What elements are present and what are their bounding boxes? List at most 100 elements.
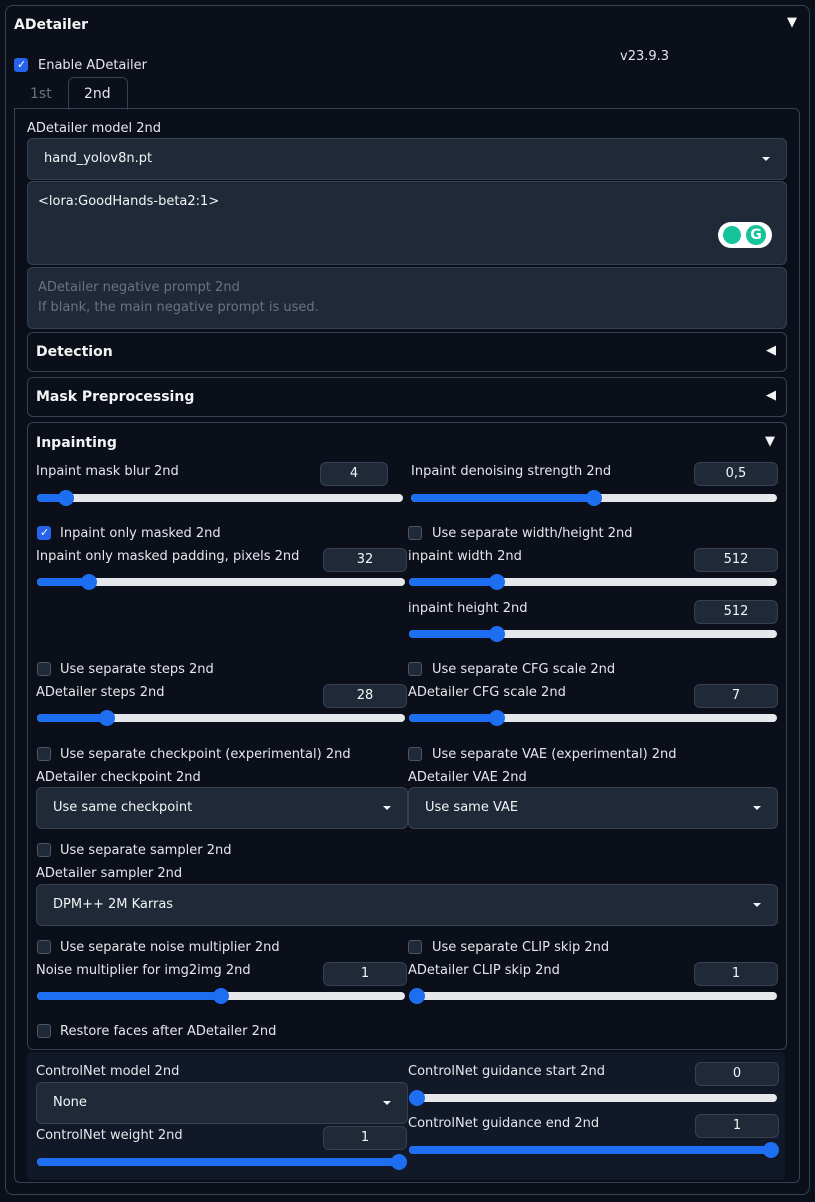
vae-dropdown[interactable]: Use same VAE <box>408 787 778 829</box>
separate-sampler-checkbox[interactable] <box>37 843 51 857</box>
slider-thumb[interactable] <box>409 1090 425 1106</box>
prompt-text: <lora:GoodHands-beta2:1> <box>38 194 220 209</box>
height-slider[interactable] <box>409 626 777 642</box>
cfg-input[interactable]: 7 <box>694 684 778 708</box>
weight-slider[interactable] <box>37 1154 407 1170</box>
separate-steps-checkbox[interactable] <box>37 662 51 676</box>
checkpoint-dropdown[interactable]: Use same checkpoint <box>36 787 408 829</box>
slider-fill <box>411 494 594 502</box>
slider-fill <box>409 578 498 586</box>
expand-triangle-icon: ◀ <box>766 343 776 358</box>
cfg-label: ADetailer CFG scale 2nd <box>408 685 566 700</box>
checkpoint-label: ADetailer checkpoint 2nd <box>36 770 201 785</box>
model-dropdown[interactable]: hand_yolov8n.pt <box>27 138 787 180</box>
steps-slider[interactable] <box>37 710 405 726</box>
expand-triangle-icon: ◀ <box>766 388 776 403</box>
height-label: inpaint height 2nd <box>408 601 528 616</box>
collapse-triangle-icon[interactable]: ▼ <box>787 15 797 30</box>
separate-noise-label: Use separate noise multiplier 2nd <box>60 940 280 955</box>
guidance-end-input[interactable]: 1 <box>695 1114 779 1138</box>
steps-input[interactable]: 28 <box>323 684 407 708</box>
controlnet-model-value: None <box>53 1095 87 1110</box>
weight-input[interactable]: 1 <box>323 1126 407 1150</box>
noise-label: Noise multiplier for img2img 2nd <box>36 963 251 978</box>
denoise-input[interactable]: 0,5 <box>694 462 778 486</box>
negative-placeholder-1: ADetailer negative prompt 2nd <box>38 280 240 295</box>
clip-label: ADetailer CLIP skip 2nd <box>408 963 560 978</box>
controlnet-model-dropdown[interactable]: None <box>36 1082 408 1124</box>
tab-2nd-label: 2nd <box>84 86 111 102</box>
mask-title: Mask Preprocessing <box>36 389 195 405</box>
controlnet-model-label: ControlNet model 2nd <box>36 1064 180 1079</box>
padding-label: Inpaint only masked padding, pixels 2nd <box>36 549 300 564</box>
version-label: v23.9.3 <box>620 49 670 64</box>
slider-thumb[interactable] <box>409 988 425 1004</box>
mask-blur-input[interactable]: 4 <box>320 462 388 486</box>
separate-clip-checkbox[interactable] <box>408 940 422 954</box>
detection-accordion[interactable]: Detection ◀ <box>27 332 787 372</box>
mask-accordion[interactable]: Mask Preprocessing ◀ <box>27 377 787 417</box>
separate-noise-checkbox[interactable] <box>37 940 51 954</box>
separate-checkpoint-label: Use separate checkpoint (experimental) 2… <box>60 747 351 762</box>
chevron-down-icon <box>753 903 761 907</box>
grammarly-icon[interactable]: G <box>718 222 772 248</box>
separate-steps-label: Use separate steps 2nd <box>60 662 214 677</box>
inpainting-title[interactable]: Inpainting <box>36 435 117 451</box>
guidance-start-slider[interactable] <box>409 1090 777 1106</box>
chevron-down-icon <box>762 157 770 161</box>
model-label: ADetailer model 2nd <box>27 121 162 136</box>
separate-wh-label: Use separate width/height 2nd <box>432 526 633 541</box>
slider-thumb[interactable] <box>586 490 602 506</box>
padding-input[interactable]: 32 <box>323 548 407 572</box>
detection-title: Detection <box>36 344 113 360</box>
width-label: inpaint width 2nd <box>408 549 522 564</box>
negative-prompt-textarea[interactable]: ADetailer negative prompt 2nd If blank, … <box>27 267 787 329</box>
panel-title: ADetailer <box>14 17 89 33</box>
separate-vae-label: Use separate VAE (experimental) 2nd <box>432 747 677 762</box>
restore-faces-checkbox[interactable] <box>37 1024 51 1038</box>
negative-placeholder-2: If blank, the main negative prompt is us… <box>38 300 319 315</box>
only-masked-checkbox[interactable] <box>37 526 51 540</box>
collapse-triangle-icon[interactable]: ▼ <box>765 434 775 449</box>
slider-thumb[interactable] <box>391 1154 407 1170</box>
guidance-start-input[interactable]: 0 <box>695 1062 779 1086</box>
guidance-end-slider[interactable] <box>409 1142 779 1158</box>
separate-wh-checkbox[interactable] <box>408 526 422 540</box>
checkpoint-value: Use same checkpoint <box>53 800 193 815</box>
clip-input[interactable]: 1 <box>694 962 778 986</box>
sampler-dropdown[interactable]: DPM++ 2M Karras <box>36 884 778 926</box>
slider-thumb[interactable] <box>98 710 115 726</box>
separate-cfg-checkbox[interactable] <box>408 662 422 676</box>
slider-fill <box>409 1146 771 1154</box>
separate-clip-label: Use separate CLIP skip 2nd <box>432 940 610 955</box>
denoise-slider[interactable] <box>411 490 777 506</box>
width-input[interactable]: 512 <box>694 548 778 572</box>
denoise-label: Inpaint denoising strength 2nd <box>411 464 612 479</box>
slider-fill <box>37 992 221 1000</box>
width-slider[interactable] <box>409 574 777 590</box>
height-input[interactable]: 512 <box>694 600 778 624</box>
inpainting-section <box>27 422 787 1050</box>
separate-sampler-label: Use separate sampler 2nd <box>60 843 232 858</box>
separate-vae-checkbox[interactable] <box>408 747 422 761</box>
prompt-textarea[interactable]: <lora:GoodHands-beta2:1> G <box>27 181 787 265</box>
tab-1st[interactable]: 1st <box>30 86 52 102</box>
cfg-slider[interactable] <box>409 710 777 726</box>
noise-input[interactable]: 1 <box>323 962 407 986</box>
mask-blur-label: Inpaint mask blur 2nd <box>36 464 179 479</box>
clip-slider[interactable] <box>409 988 777 1004</box>
mask-blur-slider[interactable] <box>37 490 403 506</box>
slider-thumb[interactable] <box>213 988 229 1004</box>
separate-cfg-label: Use separate CFG scale 2nd <box>432 662 616 677</box>
enable-checkbox[interactable] <box>14 58 28 72</box>
slider-thumb[interactable] <box>763 1142 779 1158</box>
padding-slider[interactable] <box>37 574 405 590</box>
sampler-label: ADetailer sampler 2nd <box>36 866 183 881</box>
noise-slider[interactable] <box>37 988 405 1004</box>
steps-label: ADetailer steps 2nd <box>36 685 165 700</box>
separate-checkpoint-checkbox[interactable] <box>37 747 51 761</box>
guidance-start-label: ControlNet guidance start 2nd <box>408 1064 605 1079</box>
slider-thumb[interactable] <box>80 574 97 590</box>
only-masked-label: Inpaint only masked 2nd <box>60 526 221 541</box>
model-value: hand_yolov8n.pt <box>44 151 153 166</box>
